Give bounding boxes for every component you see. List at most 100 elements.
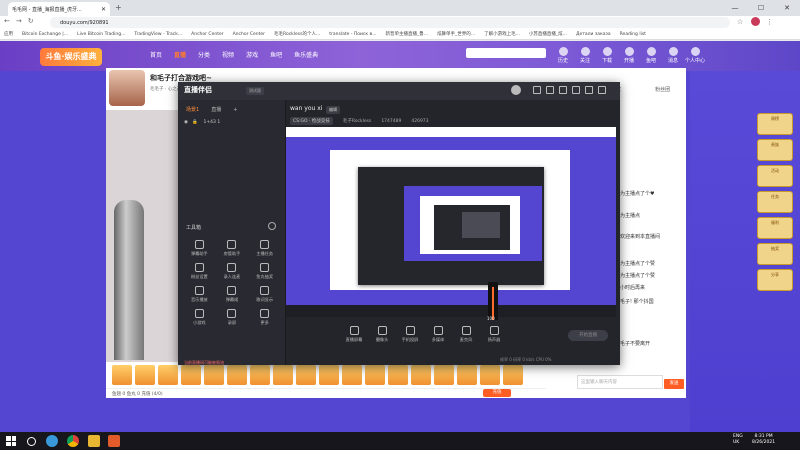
gift-item[interactable] [457, 365, 477, 385]
clock[interactable]: 8:31 PM 8/26/2021 [752, 434, 775, 446]
start-live-button[interactable]: 开始直播 [568, 330, 608, 341]
source-button[interactable]: 摄像头 [368, 326, 396, 343]
lock-icon[interactable]: 🔒 [192, 120, 198, 125]
badge[interactable]: 周榜 [757, 113, 793, 135]
gift-item[interactable] [112, 365, 132, 385]
gift-item[interactable] [181, 365, 201, 385]
tool-item[interactable]: 弹幕姬 [216, 286, 249, 303]
site-logo[interactable]: 斗鱼·娱乐盛典 [40, 48, 102, 66]
minimize-icon[interactable]: — [722, 4, 748, 12]
tool-item[interactable]: 更多 [248, 309, 281, 326]
bookmark-item[interactable]: translate - Поиск в... [329, 32, 376, 37]
tool-item[interactable]: 录人连麦 [216, 263, 249, 280]
gift-item[interactable] [503, 365, 523, 385]
forward-icon[interactable]: → [16, 17, 22, 25]
tool-item[interactable]: 粉丝设置 [183, 263, 216, 280]
toolbox-add-icon[interactable] [268, 222, 276, 230]
close-icon[interactable]: ✕ [101, 6, 106, 13]
header-icon-item[interactable]: 个人中心 [684, 47, 706, 64]
bookmark-item[interactable]: 新晋单主播直播_鲁... [386, 31, 429, 37]
app-icon[interactable] [108, 435, 120, 447]
gear-icon[interactable] [559, 86, 567, 94]
star-icon[interactable]: ☆ [737, 18, 743, 26]
header-icon-item[interactable]: 关注 [574, 47, 596, 64]
nav-item[interactable]: 鱼吧 [270, 50, 282, 59]
gift-item[interactable] [273, 365, 293, 385]
lock-icon[interactable] [546, 86, 554, 94]
nav-item[interactable]: 鱼乐盛典 [294, 50, 318, 59]
tool-item[interactable]: 主播任务 [248, 240, 281, 257]
header-icon-item[interactable]: 鱼吧 [640, 47, 662, 64]
gift-item[interactable] [480, 365, 500, 385]
tool-item[interactable]: 小游戏 [183, 309, 216, 326]
back-icon[interactable]: ← [4, 17, 10, 25]
bookmark-item[interactable]: 了解小游戏上毛... [484, 31, 520, 37]
close-icon[interactable] [598, 86, 606, 94]
bookmark-item[interactable]: Детали заказа [576, 32, 611, 37]
file-explorer-icon[interactable] [88, 435, 100, 447]
search-icon[interactable] [27, 437, 36, 446]
nav-item[interactable]: 直播 [174, 50, 186, 59]
nav-item[interactable]: 分类 [198, 50, 210, 59]
header-icon-item[interactable]: 开播 [618, 47, 640, 64]
tool-item[interactable]: 弹幕助手 [183, 240, 216, 257]
streamer-avatar[interactable] [109, 70, 145, 106]
reload-icon[interactable]: ↻ [28, 17, 34, 25]
gift-item[interactable] [319, 365, 339, 385]
bookmark-item[interactable]: 小苏直播直播_炫... [529, 31, 567, 37]
bookmark-item[interactable]: Bitcoin Exchange |... [22, 32, 68, 37]
gift-item[interactable] [411, 365, 431, 385]
bookmark-item[interactable]: 毛毛Rockless的个人... [274, 31, 320, 37]
recharge-button[interactable]: 充值 [483, 389, 511, 397]
scene-tab[interactable]: 直播 [211, 106, 221, 113]
bookmark-item[interactable]: 炫舞单手_世界的... [437, 31, 475, 37]
chat-tab[interactable]: 粉丝团 [639, 86, 686, 93]
category-tag[interactable]: CS:GO · 枪战竞技 [290, 117, 333, 125]
badge[interactable]: 贵族 [757, 139, 793, 161]
gift-item[interactable] [204, 365, 224, 385]
menu-icon[interactable]: ⋮ [766, 18, 773, 26]
badge[interactable]: 福利 [757, 217, 793, 239]
new-tab-button[interactable]: + [115, 3, 122, 12]
language-indicator[interactable]: ENG UK [733, 434, 743, 446]
header-icon-item[interactable]: 消息 [662, 47, 684, 64]
nav-item[interactable]: 游戏 [246, 50, 258, 59]
tool-item[interactable]: 房管助手 [216, 240, 249, 257]
source-button[interactable]: 手机投屏 [396, 326, 424, 343]
tool-item[interactable]: 鱼丸抽奖 [248, 263, 281, 280]
tool-item[interactable]: 歌词显示 [248, 286, 281, 303]
avatar[interactable] [751, 17, 761, 26]
bookmark-item[interactable]: Reading list [620, 32, 646, 37]
scene-tab[interactable]: + [233, 107, 237, 113]
bookmark-item[interactable]: Live Bitcoin Trading... [77, 32, 125, 37]
badge[interactable]: 任务 [757, 191, 793, 213]
gift-item[interactable] [296, 365, 316, 385]
gift-item[interactable] [250, 365, 270, 385]
scene-row[interactable]: ◉ 🔒 1+43 1 [184, 120, 220, 125]
edit-button[interactable]: 编辑 [326, 106, 340, 114]
share-icon[interactable] [585, 86, 593, 94]
gift-item[interactable] [158, 365, 178, 385]
gift-item[interactable] [227, 365, 247, 385]
bookmark-item[interactable]: Anchor Center [191, 32, 223, 37]
app-user-avatar[interactable] [511, 85, 521, 95]
address-bar[interactable]: douyu.com/920891 [50, 17, 730, 28]
search-input[interactable] [466, 48, 546, 58]
chrome-icon[interactable] [67, 435, 79, 447]
send-button[interactable]: 发送 [664, 379, 684, 389]
source-button[interactable]: 扬声器 [480, 326, 508, 343]
windows-start-icon[interactable] [6, 436, 16, 446]
eye-icon[interactable]: ◉ [184, 120, 188, 125]
gift-item[interactable] [135, 365, 155, 385]
tool-item[interactable]: 录屏 [216, 309, 249, 326]
badge[interactable]: 活动 [757, 165, 793, 187]
bookmark-item[interactable]: TradingView - Track... [134, 32, 182, 37]
gift-item[interactable] [434, 365, 454, 385]
source-button[interactable]: 直播屏幕 [340, 326, 368, 343]
header-icon-item[interactable]: 历史 [552, 47, 574, 64]
close-window-icon[interactable]: ✕ [774, 4, 800, 12]
header-icon-item[interactable]: 下载 [596, 47, 618, 64]
gift-item[interactable] [388, 365, 408, 385]
tool-item[interactable]: 音乐播放 [183, 286, 216, 303]
gift-item[interactable] [342, 365, 362, 385]
